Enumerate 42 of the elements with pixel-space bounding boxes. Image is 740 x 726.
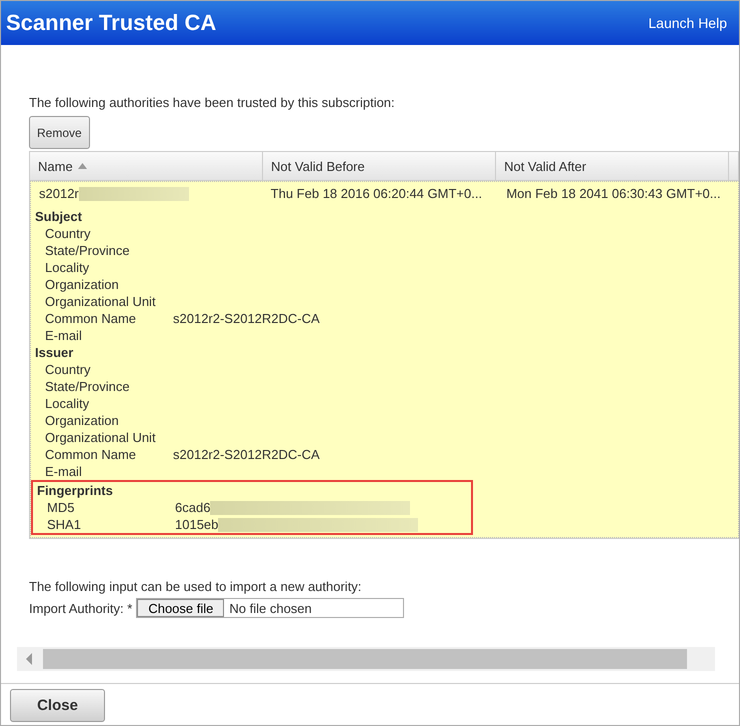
field-label: Common Name [45,446,138,463]
field-value: s2012r2-S2012R2DC-CA [173,310,320,327]
section-heading: Issuer [35,344,74,361]
field-value: 6cad6 [175,499,210,516]
import-intro-text: The following input can be used to import a new authority: [29,579,362,594]
scrollbar[interactable] [17,647,715,671]
column-header[interactable]: Name [30,152,264,180]
column-header[interactable]: Not Valid Before [263,152,496,180]
section-heading: Subject [35,208,83,225]
field-label: Country [45,361,92,378]
field-label: Country [45,225,92,242]
field-label: State/Province [45,378,131,395]
field-label: Organization [45,412,120,429]
field-label: E-mail [45,327,83,344]
field-label: Locality [45,259,90,276]
intro-text: The following authorities have been trusted by this subscription: [29,95,396,110]
table-cell: s2012r [39,186,79,201]
close-button[interactable]: Close [10,689,105,722]
scrollbar-thumb[interactable] [43,649,687,669]
field-label: Organizational Unit [45,429,157,446]
file-status: No file chosen [228,600,312,616]
field-value: s2012r2-S2012R2DC-CA [173,446,320,463]
field-label: State/Province [45,242,131,259]
help-link[interactable]: Launch Help [648,15,727,31]
field-label: Organization [45,276,120,293]
section-heading: Fingerprints [37,482,114,499]
column-header[interactable]: Not Valid After [496,152,730,180]
file-input[interactable]: Choose file No file chosen [136,598,404,618]
table-cell-text: Thu Feb 18 2016 06:20:44 GMT+0... [270,186,484,203]
table-cell-text: Mon Feb 18 2041 06:30:43 GMT+0... [505,186,722,203]
field-label: Import Authority: * [29,600,132,616]
field-label: Organizational Unit [45,293,157,310]
field-label: Locality [45,395,90,412]
remove-button[interactable]: Remove [29,116,90,149]
scroll-left-icon[interactable] [25,653,33,665]
field-value: 1015eb [175,516,218,533]
field-label: MD5 [47,499,76,516]
choose-file-button[interactable]: Choose file [137,599,224,617]
window-title: Scanner Trusted CA [6,10,216,36]
field-label: E-mail [45,463,83,480]
field-label: Common Name [45,310,138,327]
field-label: SHA1 [47,516,82,533]
